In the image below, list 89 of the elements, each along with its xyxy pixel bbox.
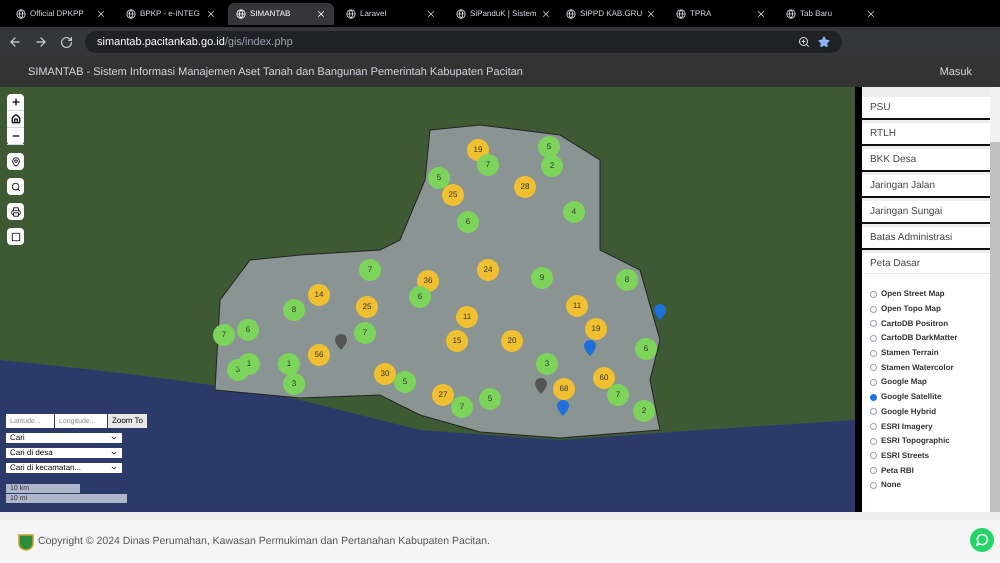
home-button[interactable] — [7, 111, 24, 128]
tab-title: TPRA — [690, 8, 712, 20]
close-icon[interactable] — [316, 8, 326, 18]
tab-title: SiPanduK | Sistem — [470, 8, 537, 20]
radio-label[interactable]: Google Hybrid — [881, 406, 936, 418]
tab-title: Official DPKPP — [30, 8, 85, 20]
zoom-icon[interactable] — [798, 36, 810, 48]
close-icon[interactable] — [646, 8, 656, 18]
search-button[interactable] — [7, 178, 24, 195]
globe-icon — [346, 8, 356, 18]
map-pin-icon[interactable] — [535, 378, 547, 394]
tab-title: SIMANTAB — [250, 8, 292, 20]
radio-button[interactable] — [870, 452, 877, 460]
zoom-to-button[interactable]: Zoom To — [108, 414, 147, 428]
browser-tab[interactable]: Laravel — [338, 2, 444, 24]
back-icon[interactable] — [8, 35, 22, 49]
search-select[interactable]: Cari di desa — [6, 448, 122, 458]
globe-icon — [126, 8, 136, 18]
tab-title: Tab Baru — [800, 8, 834, 20]
zoom-in-icon — [10, 97, 20, 107]
radio-label[interactable]: Stamen Terrain — [881, 347, 939, 360]
login-link[interactable]: Masuk — [940, 64, 972, 80]
regency-emblem-icon — [18, 532, 34, 550]
scrollbar[interactable] — [990, 87, 1000, 512]
close-icon[interactable] — [96, 8, 106, 18]
url-text: simantab.pacitankab.go.id/gis/index.php — [97, 34, 294, 50]
radio-label[interactable]: CartoDB Positron — [881, 318, 948, 330]
search-icon — [10, 182, 20, 192]
close-icon[interactable] — [206, 8, 216, 18]
radio-button[interactable] — [870, 378, 877, 386]
globe-icon — [236, 8, 246, 18]
map-pin-icon[interactable] — [335, 334, 347, 350]
globe-icon — [16, 8, 26, 18]
browser-tab[interactable]: SIMANTAB — [228, 2, 334, 24]
radio-label[interactable]: Open Street Map — [881, 288, 945, 300]
radio-label[interactable]: Stamen Watercolor — [881, 362, 954, 374]
locate-icon — [10, 156, 20, 166]
address-bar[interactable]: simantab.pacitankab.go.id/gis/index.php — [85, 31, 842, 53]
radio-label[interactable]: Open Topo Map — [881, 303, 941, 316]
draw-rectangle-button[interactable] — [7, 228, 24, 245]
radio-button[interactable] — [870, 408, 877, 416]
radio-button[interactable] — [870, 482, 877, 489]
radio-label[interactable]: ESRI Imagery — [881, 420, 933, 433]
reload-icon[interactable] — [60, 36, 73, 48]
radio-label[interactable]: Peta RBI — [881, 464, 914, 477]
radio-button[interactable] — [870, 320, 877, 328]
browser-tab[interactable]: TPRA — [668, 2, 774, 24]
tab-title: Laravel — [360, 8, 388, 20]
browser-tab[interactable]: SIPPD KAB.GRU — [558, 2, 664, 24]
close-icon[interactable] — [866, 8, 876, 18]
globe-icon — [456, 8, 466, 18]
radio-label[interactable]: ESRI Topographic — [881, 435, 950, 448]
radio-button[interactable] — [870, 423, 877, 430]
globe-icon — [786, 8, 796, 18]
copyright-text: Copyright © 2024 Dinas Perumahan, Kawasan Permukiman dan Pertanahan Kabupaten Pacitan. — [38, 534, 490, 549]
close-icon[interactable] — [426, 8, 436, 18]
close-icon[interactable] — [756, 8, 766, 18]
browser-tab[interactable]: BPKP - e-INTEG — [118, 2, 224, 24]
radio-button[interactable] — [870, 334, 877, 342]
radio-button[interactable] — [870, 306, 877, 313]
browser-tab[interactable]: Tab Baru — [778, 2, 884, 24]
radio-button[interactable] — [870, 438, 877, 445]
print-button[interactable] — [7, 203, 24, 220]
site-title: SIMANTAB - Sistem Informasi Manajemen Aset Tanah dan Bangunan Pemerintah Kabupaten Pacitan — [28, 64, 523, 80]
radio-button[interactable] — [870, 350, 877, 357]
tab-title: BPKP - e-INTEG — [140, 8, 201, 20]
radio-label[interactable]: Google Satellite — [881, 391, 942, 404]
radio-button[interactable] — [870, 467, 877, 474]
draw-rectangle-icon — [10, 232, 20, 242]
forward-icon[interactable] — [34, 35, 48, 49]
globe-icon — [566, 8, 576, 18]
tab-title: SIPPD KAB.GRU — [580, 8, 642, 20]
print-icon — [10, 206, 20, 216]
radio-label[interactable]: CartoDB DarkMatter — [881, 332, 958, 344]
radio-button[interactable] — [870, 364, 877, 372]
search-select[interactable]: Cari di kecamatan... — [6, 463, 122, 473]
browser-tab[interactable]: Official DPKPP — [8, 2, 114, 24]
radio-label[interactable]: ESRI Streets — [881, 450, 930, 462]
radio-button[interactable] — [870, 290, 877, 298]
radio-button[interactable] — [870, 394, 877, 401]
search-select[interactable]: Cari — [6, 433, 122, 443]
globe-icon — [676, 8, 686, 18]
browser-tab[interactable]: SiPanduK | Sistem — [448, 2, 554, 24]
close-icon[interactable] — [540, 8, 551, 18]
home-icon — [10, 114, 20, 124]
bookmark-star-icon[interactable] — [818, 36, 830, 48]
radio-label[interactable]: None — [881, 479, 901, 492]
radio-label[interactable]: Google Map — [881, 376, 927, 388]
locate-button[interactable] — [7, 153, 24, 170]
